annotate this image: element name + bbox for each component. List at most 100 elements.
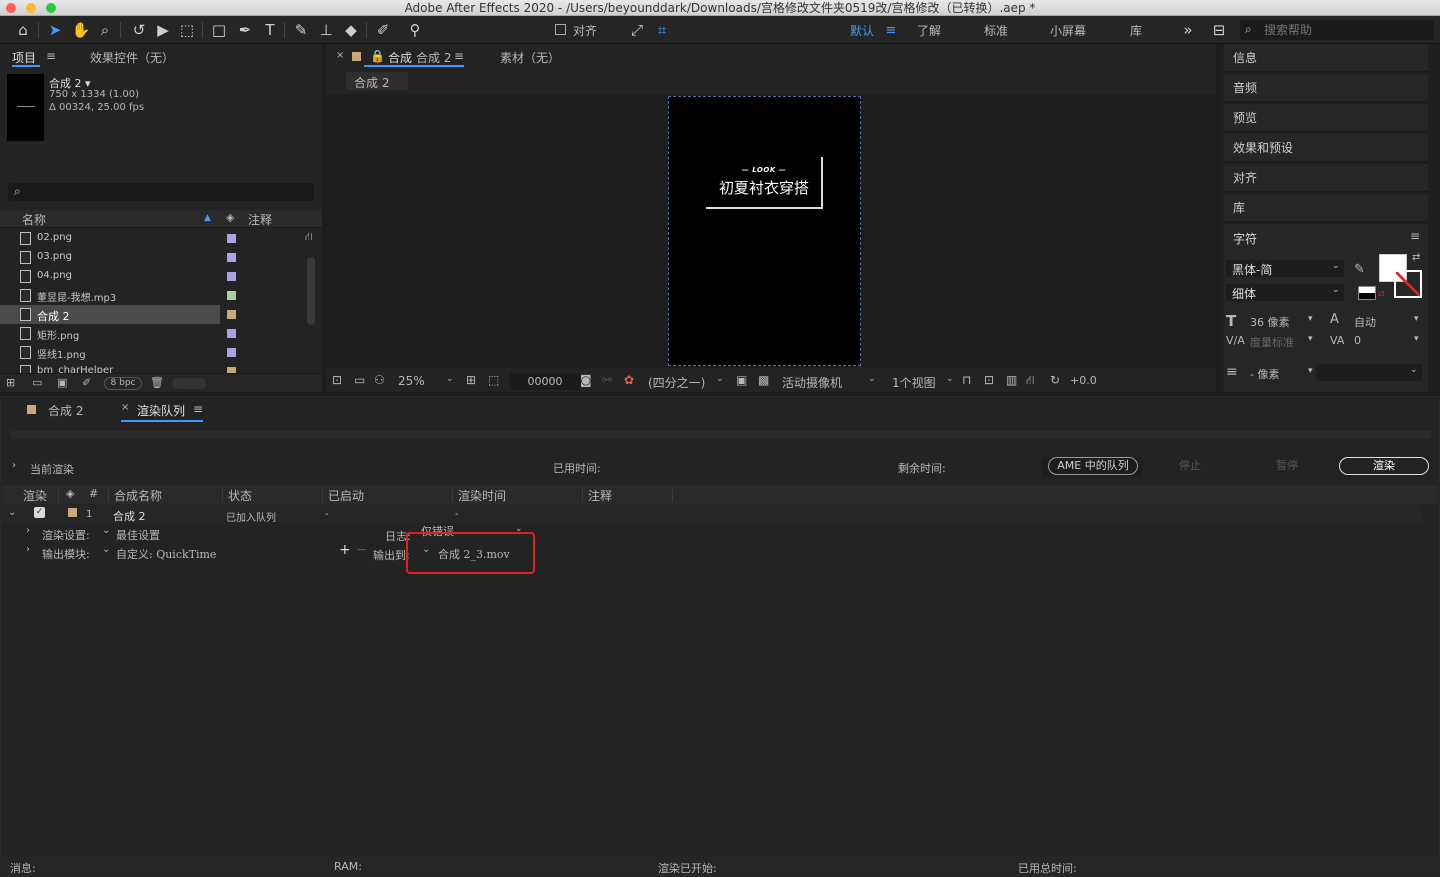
project-file-row[interactable]: 03.png — [0, 248, 302, 267]
flowchart-icon[interactable]: ⛙ — [305, 230, 313, 245]
flowchart-icon[interactable]: ⛙ — [1026, 373, 1034, 389]
rectangle-tool-icon[interactable]: □ — [208, 19, 230, 41]
tab-composition-label[interactable]: 合成 — [388, 49, 412, 66]
render-item-row[interactable] — [2, 505, 1422, 523]
file-label-swatch[interactable] — [227, 329, 236, 338]
home-icon[interactable]: ⌂ — [12, 19, 34, 41]
pan-behind-tool-icon[interactable]: ⬚ — [176, 19, 198, 41]
selection-tool-icon[interactable]: ➤ — [44, 19, 66, 41]
workspace-default[interactable]: 默认 — [850, 22, 874, 39]
stroke-width-value[interactable]: - 像素 — [1250, 366, 1279, 382]
zoom-window-button[interactable] — [46, 3, 56, 13]
stroke-style-select[interactable]: ⌄ — [1316, 364, 1422, 381]
monitor-icon[interactable]: ▭ — [354, 373, 365, 387]
thumbnail-slider[interactable] — [172, 378, 206, 389]
more-workspaces-icon[interactable]: » — [1177, 19, 1199, 41]
comp-breadcrumb[interactable]: 合成 2 — [346, 72, 408, 90]
stop-button[interactable]: 停止 — [1160, 457, 1220, 475]
file-label-swatch[interactable] — [227, 272, 236, 281]
panel-menu-icon[interactable]: ≡ — [46, 49, 56, 63]
close-window-button[interactable] — [6, 3, 16, 13]
swap-colors-icon[interactable]: ⇄ — [1412, 252, 1420, 263]
tab-timeline-comp[interactable]: 合成 2 — [48, 402, 83, 419]
views-select[interactable]: 1个视图 — [892, 374, 936, 391]
puppet-pin-tool-icon[interactable]: ⚲ — [404, 19, 426, 41]
panel-align[interactable]: 对齐 — [1224, 164, 1428, 192]
type-tool-icon[interactable]: T — [259, 19, 281, 41]
column-name[interactable]: 名称 — [22, 211, 46, 228]
workspace-standard[interactable]: 标准 — [984, 22, 1008, 39]
file-label-swatch[interactable] — [227, 310, 236, 319]
pen-tool-icon[interactable]: ✒ — [234, 19, 256, 41]
column-number[interactable]: # — [89, 487, 98, 500]
rotate-tool-icon[interactable]: ↺ — [128, 19, 150, 41]
chevron-right-icon[interactable]: › — [26, 525, 30, 536]
chevron-down-icon[interactable]: ⌄ — [102, 544, 110, 555]
comp-canvas[interactable]: — LOOK — 初夏衬衣穿搭 — [668, 96, 861, 366]
bpc-button[interactable]: 8 bpc — [104, 377, 142, 390]
project-file-row[interactable]: 合成 2 — [0, 305, 236, 324]
zoom-tool-icon[interactable]: ⌕ — [94, 19, 116, 41]
vr-icon[interactable]: ⚇ — [374, 373, 385, 387]
render-settings-value[interactable]: 最佳设置 — [116, 527, 160, 543]
tracking-value[interactable]: 0 — [1354, 334, 1361, 347]
viewer-area[interactable]: — LOOK — 初夏衬衣穿搭 — [326, 94, 1216, 368]
close-tab-icon[interactable]: × — [121, 402, 129, 413]
item-label-swatch[interactable] — [68, 508, 77, 517]
chevron-down-icon[interactable]: ▾ — [1414, 314, 1419, 324]
panel-info[interactable]: 信息 — [1224, 44, 1428, 72]
workspace-switch-icon[interactable]: ⊟ — [1208, 19, 1230, 41]
tab-effect-controls[interactable]: 效果控件（无） — [90, 49, 174, 66]
brush-tool-icon[interactable]: ✎ — [290, 19, 312, 41]
column-status[interactable]: 状态 — [228, 487, 252, 504]
fast-previews-icon[interactable]: ⊡ — [984, 373, 994, 387]
snapping-icon[interactable]: ⤢ — [626, 19, 648, 41]
tab-render-queue[interactable]: 渲染队列 — [137, 402, 185, 419]
eraser-tool-icon[interactable]: ◆ — [340, 19, 362, 41]
workspace-learn[interactable]: 了解 — [917, 22, 941, 39]
file-label-swatch[interactable] — [227, 234, 236, 243]
minimize-window-button[interactable] — [26, 3, 36, 13]
project-file-row[interactable]: 矩形.png — [0, 324, 302, 343]
scrollbar-thumb[interactable] — [307, 257, 315, 325]
timecode-field[interactable]: 00000 — [510, 373, 580, 390]
file-label-swatch[interactable] — [227, 253, 236, 262]
close-tab-icon[interactable]: × — [336, 50, 344, 61]
project-scrollbar[interactable] — [304, 229, 318, 374]
workspace-small-screen[interactable]: 小屏幕 — [1050, 22, 1086, 39]
interpret-footage-icon[interactable]: ⊞ — [6, 376, 15, 389]
label-tag-icon[interactable]: ◈ — [66, 487, 74, 500]
project-settings-icon[interactable]: ✐ — [82, 376, 91, 389]
lock-icon[interactable]: 🔒 — [370, 49, 385, 63]
tab-project[interactable]: 项目 — [12, 49, 36, 66]
chevron-down-icon[interactable]: ⌄ — [8, 507, 16, 518]
region-of-interest-icon[interactable]: ▣ — [736, 373, 747, 387]
file-label-swatch[interactable] — [227, 291, 236, 300]
tab-composition-name[interactable]: 合成 2 — [416, 49, 451, 66]
mask-visibility-icon[interactable]: ⬚ — [488, 373, 499, 387]
chevron-down-icon[interactable]: ⌄ — [102, 525, 110, 536]
panel-audio[interactable]: 音频 — [1224, 74, 1428, 102]
hand-tool-icon[interactable]: ✋ — [70, 19, 92, 41]
project-file-row[interactable]: 04.png — [0, 267, 302, 286]
project-file-row[interactable]: 董昱昆-我想.mp3 — [0, 286, 302, 305]
ame-queue-button[interactable]: AME 中的队列 — [1048, 457, 1138, 475]
new-comp-icon[interactable]: ▣ — [57, 376, 67, 389]
font-size-value[interactable]: 36 像素 — [1250, 314, 1290, 330]
render-checkbox[interactable]: ✓ — [34, 507, 45, 518]
render-button[interactable]: 渲染 — [1339, 457, 1429, 475]
column-comment[interactable]: 注释 — [588, 487, 612, 504]
column-started[interactable]: 已启动 — [328, 487, 364, 504]
column-comment[interactable]: 注释 — [248, 211, 272, 228]
eyedropper-icon[interactable]: ✎ — [1354, 262, 1365, 277]
column-render-time[interactable]: 渲染时间 — [458, 487, 506, 504]
column-render[interactable]: 渲染 — [23, 487, 47, 504]
label-tag-icon[interactable]: ◈ — [226, 211, 234, 224]
kerning-value[interactable]: 度量标准 — [1250, 334, 1294, 350]
clone-stamp-tool-icon[interactable]: ⊥ — [315, 19, 337, 41]
panel-menu-icon[interactable]: ≡ — [193, 402, 203, 416]
comp-breadcrumb-label[interactable]: 合成 2 — [354, 74, 389, 91]
channels-icon[interactable]: ✿ — [624, 373, 634, 387]
panel-menu-icon[interactable]: ≡ — [454, 49, 464, 63]
project-file-row[interactable]: 02.png — [0, 229, 302, 248]
